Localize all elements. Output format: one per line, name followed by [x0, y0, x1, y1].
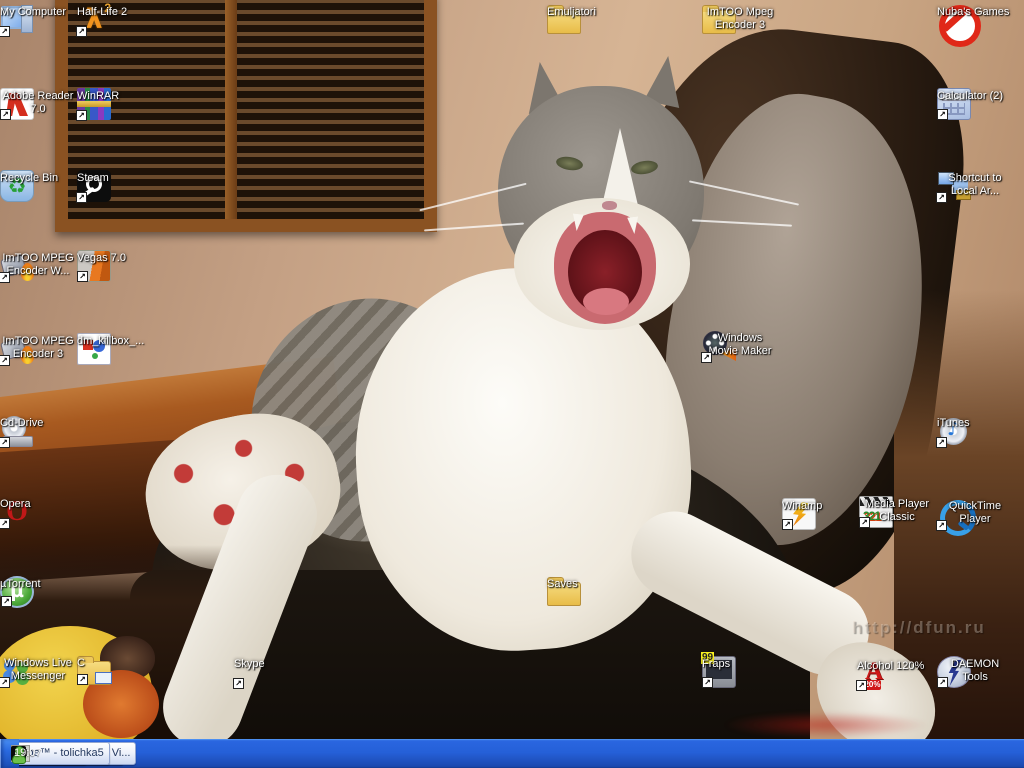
shortcut-arrow-icon: ↗ — [233, 678, 244, 689]
icon-label: QuickTime Player — [937, 500, 1013, 526]
icon-label: ImTOO MPEG Encoder W... — [0, 252, 76, 278]
shortcut-arrow-icon: ↗ — [77, 271, 88, 282]
icon-label: Steam — [77, 172, 109, 185]
cat-nose — [602, 201, 617, 210]
shortcut-arrow-icon: ↗ — [76, 110, 87, 121]
shortcut-arrow-icon: ↗ — [0, 355, 10, 366]
cat-tongue — [583, 288, 629, 315]
icon-label: C — [77, 657, 85, 670]
icon-label: WinRAR — [77, 90, 119, 103]
window-blinds — [55, 0, 437, 232]
shortcut-arrow-icon: ↗ — [1, 596, 12, 607]
tray-clock[interactable]: 19:07 — [11, 739, 42, 768]
shortcut-arrow-icon: ↗ — [76, 192, 87, 203]
icon-label: Recycle Bin — [0, 172, 58, 185]
shortcut-arrow-icon: ↗ — [702, 677, 713, 688]
icon-label: Vegas 7.0 — [77, 252, 126, 265]
icon-label: Adobe Reader 7.0 — [0, 90, 76, 116]
icon-label: iTunes — [937, 417, 970, 430]
desktop: http://dfun.ru ↗ My Computer ↗ Half-Life… — [0, 0, 1024, 768]
icon-label: Saves — [547, 578, 578, 591]
shortcut-arrow-icon: ↗ — [0, 272, 10, 283]
icon-label: ImTOO MPEG Encoder 3 — [0, 335, 76, 361]
icon-label: Cd-Drive — [0, 417, 43, 430]
icon-label: Opera — [0, 498, 31, 511]
icon-label: Half-Life 2 — [77, 6, 127, 19]
yellow-toy — [0, 626, 152, 756]
icon-label: Calculator (2) — [937, 90, 1003, 103]
icon-label: Windows Movie Maker — [702, 332, 778, 358]
shortcut-arrow-icon: ↗ — [0, 437, 10, 448]
shortcut-arrow-icon: ↗ — [0, 677, 10, 688]
shortcut-arrow-icon: ↗ — [77, 674, 88, 685]
icon-label: Nuba's Games — [937, 6, 1009, 19]
icon-label: ImTOO Mpeg Encoder 3 — [702, 6, 778, 32]
wallpaper-watermark: http://dfun.ru — [852, 618, 1024, 638]
shortcut-arrow-icon: ↗ — [856, 680, 867, 691]
wallpaper-red-watermark — [726, 712, 926, 738]
icon-label: Fraps — [702, 658, 730, 671]
icon-label: Alcohol 120% — [857, 660, 924, 673]
icon-label: Windows Live Messenger — [0, 657, 76, 683]
shortcut-arrow-icon: ↗ — [859, 517, 870, 528]
icon-label: Shortcut to Local Ar... — [937, 172, 1013, 198]
shortcut-arrow-icon: ↗ — [76, 26, 87, 37]
shortcut-arrow-icon: ↗ — [782, 519, 793, 530]
icon-label: µTorrent — [0, 578, 41, 591]
shortcut-arrow-icon: ↗ — [0, 518, 10, 529]
icon-label: Media Player Classic — [859, 498, 935, 524]
system-tray: EN ‹ ✓ ! 19:07 — [0, 739, 19, 768]
shortcut-arrow-icon: ↗ — [936, 437, 947, 448]
shortcut-arrow-icon: ↗ — [0, 109, 11, 120]
icon-label: dm_killbox_... — [77, 335, 144, 348]
taskbar: start » 78. Alien Ant Farm - ... Nuba's … — [0, 739, 1024, 768]
icon-label: My Computer — [0, 6, 66, 19]
shortcut-arrow-icon: ↗ — [937, 109, 948, 120]
shortcut-arrow-icon: ↗ — [936, 520, 947, 531]
icon-label: Skype — [234, 658, 265, 671]
icon-label: Emuljatori — [547, 6, 596, 19]
shortcut-arrow-icon: ↗ — [936, 192, 947, 203]
shortcut-arrow-icon: ↗ — [0, 26, 10, 37]
shortcut-arrow-icon: ↗ — [701, 352, 712, 363]
shortcut-arrow-icon: ↗ — [937, 677, 948, 688]
icon-label: DAEMON Tools — [937, 658, 1013, 684]
icon-label: Winamp — [782, 500, 822, 513]
